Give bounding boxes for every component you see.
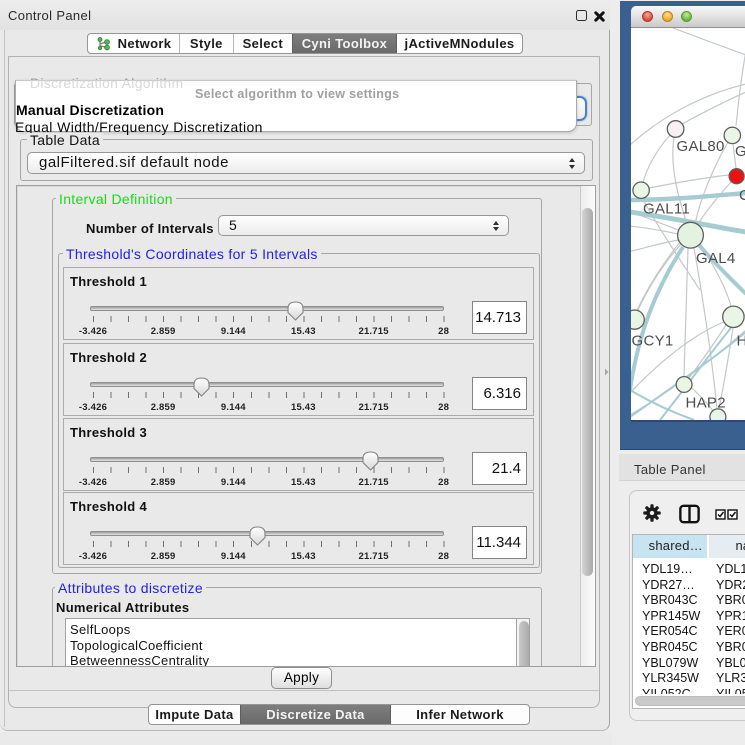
svg-text:GAL4: GAL4	[696, 250, 736, 267]
svg-text:GA: GA	[735, 143, 745, 160]
svg-text:H: H	[737, 333, 745, 350]
svg-text:GAL80: GAL80	[677, 138, 725, 155]
svg-text:GAL11: GAL11	[643, 201, 690, 218]
svg-text:GCY1: GCY1	[632, 333, 674, 350]
svg-text:HAP2: HAP2	[686, 395, 726, 412]
svg-text:C: C	[739, 187, 745, 204]
